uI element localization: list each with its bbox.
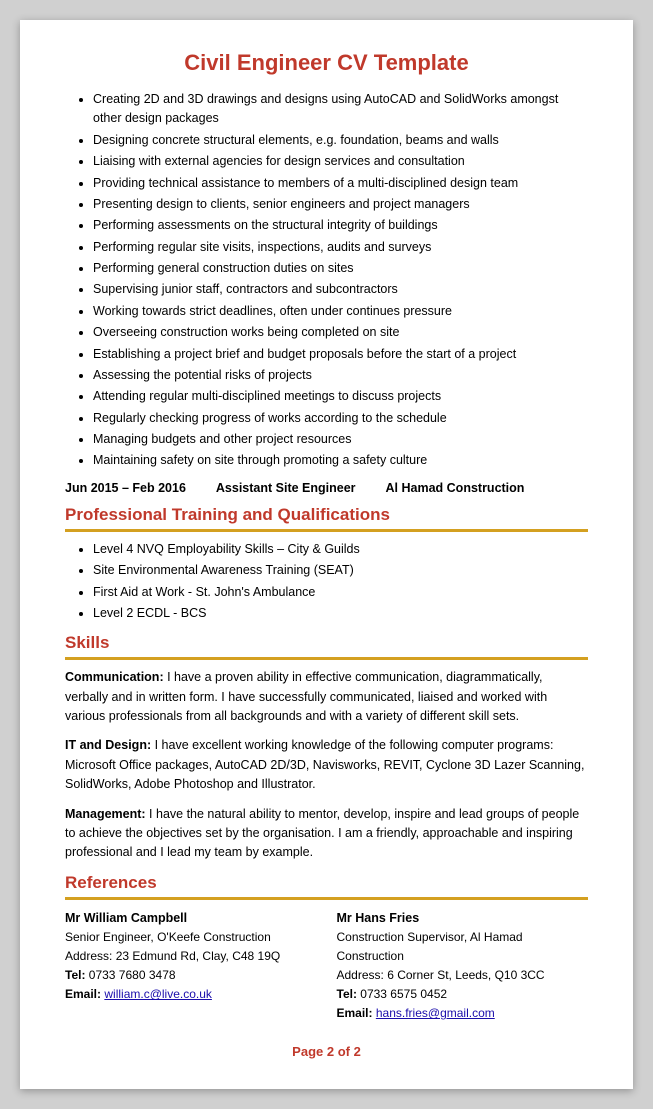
references-heading: References [65, 873, 588, 893]
ref-tel: Tel: 0733 6575 0452 [337, 985, 589, 1004]
experience-bullets: Creating 2D and 3D drawings and designs … [65, 90, 588, 471]
training-bullets: Level 4 NVQ Employability Skills – City … [65, 540, 588, 624]
skill-label: IT and Design: [65, 738, 151, 752]
training-item: First Aid at Work - St. John's Ambulance [93, 583, 588, 602]
reference-block: Mr Hans FriesConstruction Supervisor, Al… [337, 908, 589, 1024]
ref-name: Mr Hans Fries [337, 908, 589, 928]
bullet-item: Performing assessments on the structural… [93, 216, 588, 235]
bullet-item: Presenting design to clients, senior eng… [93, 195, 588, 214]
bullet-item: Maintaining safety on site through promo… [93, 451, 588, 470]
ref-title: Construction Supervisor, Al Hamad Constr… [337, 928, 589, 966]
ref-title: Senior Engineer, O'Keefe Construction [65, 928, 317, 947]
bullet-item: Attending regular multi-disciplined meet… [93, 387, 588, 406]
bullet-item: Assessing the potential risks of project… [93, 366, 588, 385]
bullet-item: Overseeing construction works being comp… [93, 323, 588, 342]
skill-label: Communication: [65, 670, 164, 684]
ref-tel: Tel: 0733 7680 3478 [65, 966, 317, 985]
bullet-item: Establishing a project brief and budget … [93, 345, 588, 364]
skills-heading: Skills [65, 633, 588, 653]
skills-divider [65, 657, 588, 660]
bullet-item: Liaising with external agencies for desi… [93, 152, 588, 171]
bullet-item: Performing general construction duties o… [93, 259, 588, 278]
page-number: Page 2 of 2 [65, 1044, 588, 1059]
ref-email: Email: hans.fries@gmail.com [337, 1004, 589, 1023]
training-item: Site Environmental Awareness Training (S… [93, 561, 588, 580]
job-company: Al Hamad Construction [386, 481, 525, 495]
bullet-item: Providing technical assistance to member… [93, 174, 588, 193]
training-heading: Professional Training and Qualifications [65, 505, 588, 525]
ref-address: Address: 6 Corner St, Leeds, Q10 3CC [337, 966, 589, 985]
skills-blocks: Communication: I have a proven ability i… [65, 668, 588, 862]
references-container: Mr William CampbellSenior Engineer, O'Ke… [65, 908, 588, 1024]
bullet-item: Managing budgets and other project resou… [93, 430, 588, 449]
bullet-item: Designing concrete structural elements, … [93, 131, 588, 150]
training-item: Level 4 NVQ Employability Skills – City … [93, 540, 588, 559]
skill-block: IT and Design: I have excellent working … [65, 736, 588, 794]
skill-block: Management: I have the natural ability t… [65, 805, 588, 863]
bullet-item: Creating 2D and 3D drawings and designs … [93, 90, 588, 129]
training-divider [65, 529, 588, 532]
ref-email: Email: william.c@live.co.uk [65, 985, 317, 1004]
references-divider [65, 897, 588, 900]
ref-name: Mr William Campbell [65, 908, 317, 928]
ref-email-link[interactable]: hans.fries@gmail.com [376, 1006, 495, 1020]
skill-label: Management: [65, 807, 146, 821]
job-dates: Jun 2015 – Feb 2016 [65, 481, 186, 495]
skill-block: Communication: I have a proven ability i… [65, 668, 588, 726]
cv-page: Civil Engineer CV Template Creating 2D a… [20, 20, 633, 1089]
bullet-item: Performing regular site visits, inspecti… [93, 238, 588, 257]
reference-block: Mr William CampbellSenior Engineer, O'Ke… [65, 908, 317, 1024]
job-title: Assistant Site Engineer [216, 481, 356, 495]
page-title: Civil Engineer CV Template [65, 50, 588, 76]
ref-address: Address: 23 Edmund Rd, Clay, C48 19Q [65, 947, 317, 966]
job-line: Jun 2015 – Feb 2016 Assistant Site Engin… [65, 481, 588, 495]
training-item: Level 2 ECDL - BCS [93, 604, 588, 623]
bullet-item: Regularly checking progress of works acc… [93, 409, 588, 428]
bullet-item: Supervising junior staff, contractors an… [93, 280, 588, 299]
bullet-item: Working towards strict deadlines, often … [93, 302, 588, 321]
ref-email-link[interactable]: william.c@live.co.uk [104, 987, 212, 1001]
